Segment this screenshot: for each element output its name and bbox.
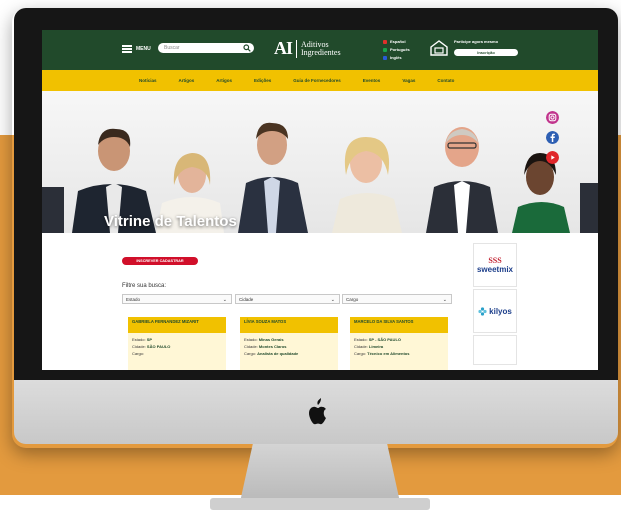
nav-item[interactable]: Eventos (352, 78, 392, 83)
monitor-screen: MENU Buscar AI Aditivos Ingredientes Esp… (42, 30, 598, 370)
sponsor-name: kilyos (489, 306, 512, 316)
facebook-icon[interactable] (546, 131, 559, 144)
hero-title: Vitrine de Talentos (104, 213, 237, 230)
detail-row: Cidade: SÃO PAULO (132, 344, 171, 349)
chevron-down-icon: ⌄ (442, 297, 447, 303)
talent-card[interactable]: GABRIELA FERNANDEZ MIZARIT Estado: SP Ci… (128, 317, 226, 370)
detail-row: Cargo: Técnico em Alimentos (354, 351, 410, 356)
flag-spain-icon (383, 40, 387, 44)
role-select[interactable]: Cargo ⌄ (342, 294, 452, 304)
instagram-icon[interactable] (546, 111, 559, 124)
detail-row: Cargo: Analista de qualidade (244, 351, 299, 356)
logo-line-2: Ingredientes (301, 47, 341, 57)
talent-name: MARCELO DA SILVA SANTOS (350, 317, 448, 333)
apple-logo-icon (309, 398, 326, 425)
search-placeholder: Buscar (164, 45, 180, 51)
kilyos-logo: kilyos (478, 307, 512, 316)
chevron-down-icon: ⌄ (222, 297, 227, 303)
language-option-spanish[interactable]: Español (383, 38, 410, 46)
select-value: Cargo (346, 297, 359, 302)
person-3 (238, 122, 308, 233)
language-label: Español (390, 39, 406, 44)
detail-row: Cidade: Montes Claros (244, 344, 287, 349)
language-label: Inglês (390, 55, 402, 60)
select-value: Estado (126, 297, 141, 302)
nav-item[interactable]: Guia de Fornecedores (282, 78, 352, 83)
menu-button[interactable]: MENU (122, 45, 151, 53)
registration-icon (430, 40, 448, 56)
language-label: Português (390, 47, 410, 52)
talent-name: GABRIELA FERNANDEZ MIZARIT (128, 317, 226, 333)
search-input[interactable]: Buscar (158, 43, 254, 53)
chevron-down-icon: ⌄ (330, 297, 335, 303)
hero-banner: Vitrine de Talentos (42, 91, 598, 233)
logo-wordmark: Aditivos Ingredientes (301, 40, 341, 57)
city-select[interactable]: Cidade ⌄ (235, 294, 340, 304)
register-button[interactable]: Inscrição (454, 49, 518, 56)
talent-name: LÍVIA SOUZA MATOS (240, 317, 338, 333)
person-6 (512, 153, 570, 233)
language-switcher: Español Português Inglês (383, 38, 410, 62)
detail-row: Cidade: Limeira (354, 344, 384, 349)
site-logo[interactable]: AI Aditivos Ingredientes (274, 38, 341, 59)
sponsor-sweetmix[interactable]: SSS sweetmix (473, 243, 517, 287)
sponsor-kilyos[interactable]: kilyos (473, 289, 517, 333)
nav-items: Notícias Artigos Artigos Edições Guia de… (128, 70, 465, 91)
flag-brazil-icon (383, 48, 387, 52)
kilyos-flower-icon (478, 306, 487, 316)
sweetmix-logo-icon: SSS (488, 256, 502, 265)
flag-uk-icon (383, 56, 387, 60)
detail-row: Estado: SP (132, 337, 153, 342)
person-edge-left (42, 187, 64, 233)
language-option-english[interactable]: Inglês (383, 54, 410, 62)
nav-item[interactable]: Artigos (168, 78, 206, 83)
person-edge-right (580, 183, 598, 233)
talent-showcase: INSCREVER CADASTRAR Filtre sua busca: Es… (42, 233, 598, 370)
logo-divider (296, 39, 298, 58)
detail-row: Estado: Minas Gerais (244, 337, 284, 342)
talent-details: Estado: SP - SÃO PAULO Cidade: Limeira C… (350, 333, 448, 360)
nav-item[interactable]: Edições (243, 78, 282, 83)
main-nav: Notícias Artigos Artigos Edições Guia de… (42, 70, 598, 91)
sponsor-slot (473, 335, 517, 365)
logo-mark: AI (274, 38, 293, 58)
talent-card[interactable]: MARCELO DA SILVA SANTOS Estado: SP - SÃO… (350, 317, 448, 370)
hero-people-photo (42, 122, 598, 233)
search-icon[interactable] (243, 44, 251, 52)
hamburger-icon (122, 45, 132, 53)
sponsor-sidebar: SSS sweetmix kilyos (473, 243, 517, 370)
monitor-stand (240, 444, 400, 502)
state-select[interactable]: Estado ⌄ (122, 294, 232, 304)
talent-card[interactable]: LÍVIA SOUZA MATOS Estado: Minas Gerais C… (240, 317, 338, 370)
filter-label: Filtre sua busca: (122, 283, 167, 289)
language-option-portuguese[interactable]: Português (383, 46, 410, 54)
talent-details: Estado: Minas Gerais Cidade: Montes Clar… (240, 333, 338, 360)
select-value: Cidade (239, 297, 254, 302)
site-header: MENU Buscar AI Aditivos Ingredientes Esp… (42, 30, 598, 70)
youtube-icon[interactable] (546, 151, 559, 164)
nav-item[interactable]: Notícias (128, 78, 168, 83)
nav-item[interactable]: Artigos (205, 78, 243, 83)
detail-row: Estado: SP - SÃO PAULO (354, 337, 402, 342)
monitor-stand-base (210, 498, 430, 510)
nav-item[interactable]: Vagas (391, 78, 426, 83)
talent-details: Estado: SP Cidade: SÃO PAULO Cargo: (128, 333, 226, 360)
person-4 (332, 137, 402, 233)
register-prompt: Participe agora mesmo (454, 39, 499, 44)
nav-item[interactable]: Contato (426, 78, 465, 83)
menu-label: MENU (136, 46, 151, 52)
register-cta-button[interactable]: INSCREVER CADASTRAR (122, 257, 198, 265)
sponsor-name: sweetmix (476, 265, 514, 274)
detail-row: Cargo: (132, 351, 145, 356)
person-5 (426, 127, 498, 233)
